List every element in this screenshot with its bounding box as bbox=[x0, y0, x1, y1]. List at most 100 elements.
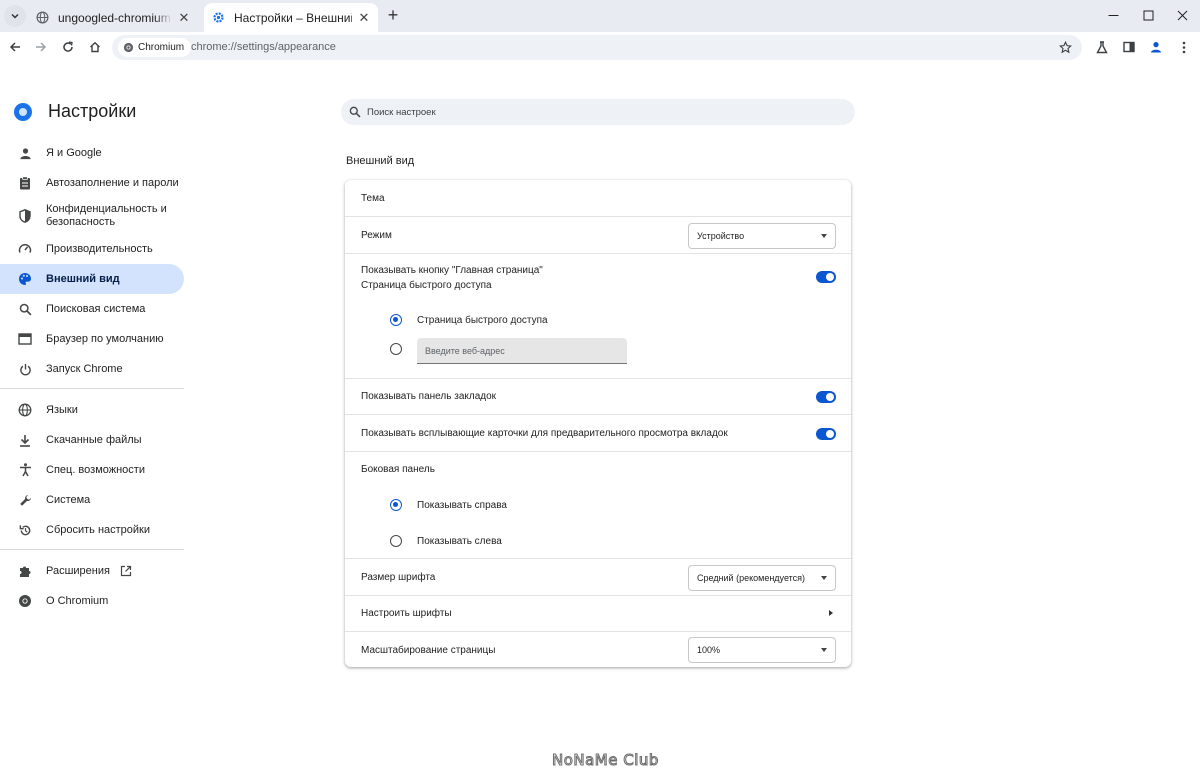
sidebar-item-privacy[interactable]: Конфиденциальность и безопасность bbox=[0, 198, 184, 234]
sidebar-item-downloads[interactable]: Скачанные файлы bbox=[0, 425, 184, 455]
home-button[interactable] bbox=[84, 36, 106, 58]
url-text[interactable]: chrome://settings/appearance bbox=[191, 41, 336, 53]
side-panel-left-radio[interactable] bbox=[390, 535, 402, 547]
sidebar-item-label: Скачанные файлы bbox=[46, 433, 142, 446]
omnibox[interactable]: Chromium chrome://settings/appearance bbox=[112, 35, 1082, 60]
bookmark-star-button[interactable] bbox=[1056, 38, 1074, 56]
sidebar-item-about[interactable]: О Chromium bbox=[0, 586, 184, 616]
sidebar-item-extensions[interactable]: Расширения bbox=[0, 556, 184, 586]
chromium-icon bbox=[18, 594, 32, 608]
chevron-down-icon bbox=[11, 13, 19, 19]
home-button-row: Показывать кнопку "Главная страница" Стр… bbox=[345, 253, 851, 378]
home-quick-access-radio[interactable] bbox=[390, 314, 402, 326]
sidebar-item-on-startup[interactable]: Запуск Chrome bbox=[0, 354, 184, 384]
avatar-icon bbox=[1151, 42, 1161, 53]
tab-settings[interactable]: Настройки – Внешний вид ✕ bbox=[204, 3, 378, 32]
close-icon[interactable]: ✕ bbox=[356, 10, 372, 26]
minimize-icon bbox=[1108, 14, 1118, 16]
search-icon bbox=[18, 302, 32, 316]
home-url-placeholder: Введите веб-адрес bbox=[425, 345, 505, 356]
star-icon bbox=[1058, 40, 1072, 53]
settings-nav: Я и Google Автозаполнение и пароли Конфи… bbox=[0, 138, 184, 616]
sidebar-item-accessibility[interactable]: Спец. возможности bbox=[0, 455, 184, 485]
home-url-radio[interactable] bbox=[390, 343, 402, 355]
sidebar-item-languages[interactable]: Языки bbox=[0, 395, 184, 425]
clipboard-icon bbox=[18, 176, 32, 190]
page-zoom-row: Масштабирование страницы 100% bbox=[345, 631, 851, 667]
arrow-left-icon bbox=[9, 42, 20, 52]
reload-button[interactable] bbox=[57, 36, 79, 58]
minimize-button[interactable] bbox=[1095, 0, 1131, 30]
tab-previews-toggle[interactable] bbox=[816, 428, 836, 440]
nav-divider bbox=[0, 388, 184, 389]
arrow-right-icon bbox=[36, 42, 47, 52]
sidebar-item-performance[interactable]: Производительность bbox=[0, 234, 184, 264]
sidebar-item-label: Внешний вид bbox=[46, 272, 120, 285]
font-size-select[interactable]: Средний (рекомендуется) bbox=[688, 565, 836, 591]
sidebar-item-search-engine[interactable]: Поисковая система bbox=[0, 294, 184, 324]
close-window-button[interactable] bbox=[1164, 0, 1200, 30]
site-chip[interactable]: Chromium bbox=[118, 38, 192, 57]
sidebar-item-default-browser[interactable]: Браузер по умолчанию bbox=[0, 324, 184, 354]
search-placeholder: Поиск настроек bbox=[367, 106, 436, 118]
person-icon bbox=[18, 146, 32, 160]
tab-previews-label: Показывать всплывающие карточки для пред… bbox=[361, 428, 728, 439]
tab-title: Настройки – Внешний вид bbox=[234, 10, 352, 25]
page-zoom-select[interactable]: 100% bbox=[688, 637, 836, 663]
globe-icon bbox=[18, 403, 32, 417]
tab-search-button[interactable] bbox=[4, 5, 26, 27]
watermark: NoNaMe Club bbox=[552, 751, 659, 770]
tab-strip: ungoogled-chromium first run ✕ Настройки… bbox=[0, 0, 1200, 32]
settings-brand: Настройки bbox=[14, 101, 136, 122]
gauge-icon bbox=[18, 242, 32, 256]
chromium-icon bbox=[123, 42, 134, 53]
accessibility-icon bbox=[18, 463, 32, 477]
search-icon bbox=[349, 106, 361, 118]
customize-fonts-row[interactable]: Настроить шрифты bbox=[345, 595, 851, 631]
sidebar-item-label: О Chromium bbox=[46, 594, 109, 607]
download-icon bbox=[18, 433, 32, 447]
sidebar-item-label: Я и Google bbox=[46, 146, 102, 159]
mode-select[interactable]: Устройство bbox=[688, 223, 836, 249]
sidebar-item-system[interactable]: Система bbox=[0, 485, 184, 515]
wrench-icon bbox=[18, 493, 32, 507]
chromium-logo-icon bbox=[14, 102, 32, 121]
sidebar-item-label: Расширения bbox=[46, 564, 110, 577]
sidebar-item-autofill[interactable]: Автозаполнение и пароли bbox=[0, 168, 184, 198]
home-url-input[interactable]: Введите веб-адрес bbox=[417, 338, 627, 364]
tab-previews-row: Показывать всплывающие карточки для пред… bbox=[345, 414, 851, 451]
side-panel-button[interactable] bbox=[1118, 36, 1140, 58]
maximize-icon bbox=[1143, 10, 1153, 20]
sidebar-item-appearance[interactable]: Внешний вид bbox=[0, 264, 184, 294]
font-size-select-value: Средний (рекомендуется) bbox=[697, 573, 806, 583]
labs-button[interactable] bbox=[1091, 36, 1113, 58]
menu-button[interactable] bbox=[1173, 36, 1195, 58]
sidebar-item-you-and-google[interactable]: Я и Google bbox=[0, 138, 184, 168]
sidebar-item-label: Спец. возможности bbox=[46, 463, 145, 476]
forward-button[interactable] bbox=[30, 36, 52, 58]
close-icon[interactable]: ✕ bbox=[176, 10, 192, 26]
tab-first-run[interactable]: ungoogled-chromium first run ✕ bbox=[28, 3, 198, 32]
flask-icon bbox=[1096, 40, 1108, 53]
home-button-toggle[interactable] bbox=[816, 271, 836, 283]
sidebar-item-label: Сбросить настройки bbox=[46, 523, 151, 536]
theme-row[interactable]: Тема bbox=[345, 180, 851, 216]
home-icon bbox=[90, 41, 100, 53]
browser-icon bbox=[18, 332, 32, 346]
page-zoom-label: Масштабирование страницы bbox=[361, 645, 496, 656]
close-icon bbox=[1177, 10, 1187, 20]
profile-button[interactable] bbox=[1145, 36, 1167, 58]
sidebar-item-reset[interactable]: Сбросить настройки bbox=[0, 515, 184, 545]
toolbar: Chromium chrome://settings/appearance bbox=[0, 32, 1200, 62]
side-panel-right-radio[interactable] bbox=[390, 499, 402, 511]
back-button[interactable] bbox=[4, 36, 26, 58]
settings-search-input[interactable]: Поиск настроек bbox=[341, 99, 855, 125]
site-chip-label: Chromium bbox=[138, 42, 185, 53]
home-quick-access-label: Страница быстрого доступа bbox=[417, 315, 548, 326]
bookmarks-bar-toggle[interactable] bbox=[816, 391, 836, 403]
maximize-button[interactable] bbox=[1130, 0, 1166, 30]
more-vert-icon bbox=[1182, 41, 1186, 53]
new-tab-button[interactable]: + bbox=[384, 6, 402, 26]
sidebar-item-label: Система bbox=[46, 493, 91, 506]
dropdown-caret-icon bbox=[821, 234, 827, 238]
